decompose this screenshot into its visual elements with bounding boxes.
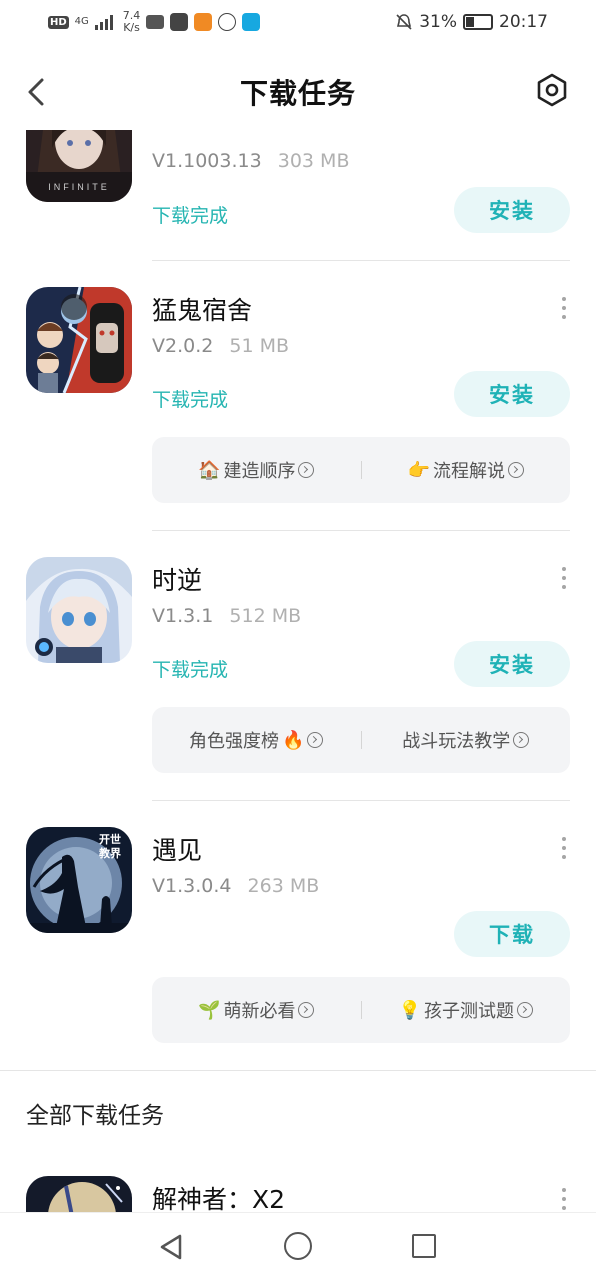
app-header: 下载任务: [0, 54, 596, 130]
back-arrow-icon[interactable]: [20, 74, 56, 110]
guide-label: 建造顺序: [223, 461, 296, 482]
battery-percent: 31%: [419, 12, 457, 32]
list-item[interactable]: INFINITE V1.1003.13 303 MB 下载完成 安装: [0, 130, 596, 260]
app-icon[interactable]: 开世 教界: [26, 827, 132, 933]
guide-label: 流程解说: [432, 461, 505, 482]
game-artwork: INFINITE: [26, 130, 132, 202]
app-meta: V1.3.1 512 MB: [152, 605, 301, 627]
network-speed: 7.4 K/s: [123, 10, 141, 34]
fire-emoji-icon: 🔥: [282, 729, 305, 751]
guide-link[interactable]: 角色强度榜 🔥: [152, 727, 361, 753]
app-icon[interactable]: INFINITE: [26, 130, 132, 202]
clock: 20:17: [499, 12, 548, 32]
app-name: 解神者：X2: [152, 1185, 286, 1212]
mute-bell-icon: [396, 14, 412, 30]
app-size: 303 MB: [277, 150, 350, 172]
guide-label: 孩子测试题: [423, 1001, 514, 1022]
hd-badge: HD: [48, 15, 69, 29]
house-emoji-icon: 🏠: [198, 459, 221, 481]
nav-recents-icon[interactable]: [412, 1234, 436, 1258]
status-left: HD 4G 7.4 K/s: [48, 10, 261, 34]
chevron-right-icon: [307, 732, 324, 748]
app-icon[interactable]: [26, 1176, 132, 1212]
more-options-icon[interactable]: [558, 297, 570, 319]
download-status: 下载完成: [152, 389, 229, 411]
more-options-icon[interactable]: [558, 837, 570, 859]
more-options-icon[interactable]: [558, 1188, 570, 1210]
app-meta: V2.0.2 51 MB: [152, 335, 289, 357]
download-list[interactable]: INFINITE V1.1003.13 303 MB 下载完成 安装 猛鬼宿舍 …: [0, 130, 596, 1212]
list-item[interactable]: 时逆 V1.3.1 512 MB 下载完成 安装 角色强度榜 🔥 战斗玩法教学: [0, 531, 596, 801]
app-size: 263 MB: [247, 875, 320, 897]
pointing-hand-emoji-icon: 👉: [407, 459, 430, 481]
guide-links: 角色强度榜 🔥 战斗玩法教学: [152, 707, 570, 773]
guide-link[interactable]: 🏠 建造顺序: [152, 457, 361, 483]
game-artwork: 开世 教界: [26, 827, 132, 933]
hexagon-settings-icon[interactable]: [534, 72, 570, 108]
icon-caption: 教界: [98, 846, 121, 860]
light-bulb-emoji-icon: 💡: [398, 999, 421, 1021]
nav-back-icon[interactable]: [158, 1233, 186, 1261]
page-title: 下载任务: [239, 77, 356, 110]
status-bar: HD 4G 7.4 K/s 31% 20:17: [0, 0, 596, 44]
guide-link[interactable]: 🌱 萌新必看: [152, 997, 361, 1023]
game-artwork: [26, 1176, 132, 1212]
game-artwork: [26, 287, 132, 393]
chevron-right-icon: [513, 732, 530, 748]
chevron-right-icon: [298, 462, 315, 478]
download-button[interactable]: 下载: [454, 911, 570, 957]
battery-icon: [463, 14, 493, 30]
app-version: V1.3.0.4: [152, 875, 232, 897]
guide-links: 🌱 萌新必看 💡 孩子测试题: [152, 977, 570, 1043]
seedling-emoji-icon: 🌱: [198, 999, 221, 1021]
app-name: 遇见: [152, 836, 203, 865]
guide-label: 战斗玩法教学: [402, 731, 511, 752]
speed-unit: K/s: [123, 21, 140, 34]
section-divider: [0, 1070, 596, 1071]
nav-home-icon[interactable]: [284, 1232, 312, 1260]
install-button[interactable]: 安装: [454, 641, 570, 687]
app-icon[interactable]: [26, 557, 132, 663]
guide-link[interactable]: 💡 孩子测试题: [362, 997, 571, 1023]
network-type: 4G: [74, 16, 89, 27]
app-version: V1.3.1: [152, 605, 214, 627]
app-size: 512 MB: [229, 605, 302, 627]
list-item[interactable]: 开世 教界 遇见 V1.3.0.4 263 MB 下载 🌱 萌新必看 💡 孩子测…: [0, 801, 596, 1071]
icon-caption: 开世: [99, 832, 121, 846]
install-button[interactable]: 安装: [454, 187, 570, 233]
download-status: 下载完成: [152, 205, 229, 227]
app-name: 猛鬼宿舍: [152, 296, 253, 325]
app-name: 时逆: [152, 566, 203, 595]
search-app-icon: [242, 13, 261, 31]
game-artwork: [26, 557, 132, 663]
section-title: 全部下载任务: [26, 1103, 164, 1129]
guide-link[interactable]: 👉 流程解说: [362, 457, 571, 483]
wechat-icon: [218, 13, 237, 31]
system-nav-bar: [0, 1212, 596, 1280]
guide-link[interactable]: 战斗玩法教学: [362, 727, 571, 753]
guide-links: 🏠 建造顺序 👉 流程解说: [152, 437, 570, 503]
icon-caption: INFINITE: [48, 182, 110, 192]
app-size: 51 MB: [229, 335, 290, 357]
chevron-right-icon: [516, 1002, 533, 1018]
app-meta: V1.1003.13 303 MB: [152, 150, 349, 172]
chevron-right-icon: [507, 462, 524, 478]
list-item[interactable]: 解神者：X2: [0, 1170, 596, 1212]
guide-label: 角色强度榜: [189, 731, 280, 752]
chevron-right-icon: [298, 1002, 315, 1018]
robot-app-icon: [170, 13, 189, 31]
signal-icon: [94, 15, 113, 30]
more-options-icon[interactable]: [558, 567, 570, 589]
app-version: V1.1003.13: [152, 150, 262, 172]
guide-label: 萌新必看: [223, 1001, 296, 1022]
app-version: V2.0.2: [152, 335, 214, 357]
list-item[interactable]: 猛鬼宿舍 V2.0.2 51 MB 下载完成 安装 🏠 建造顺序 👉 流程解说: [0, 261, 596, 531]
status-right: 31% 20:17: [395, 12, 548, 32]
app-meta: V1.3.0.4 263 MB: [152, 875, 319, 897]
video-app-icon: [146, 15, 165, 29]
download-status: 下载完成: [152, 659, 229, 681]
install-button[interactable]: 安装: [454, 371, 570, 417]
play-app-icon: [194, 13, 213, 31]
app-icon[interactable]: [26, 287, 132, 393]
